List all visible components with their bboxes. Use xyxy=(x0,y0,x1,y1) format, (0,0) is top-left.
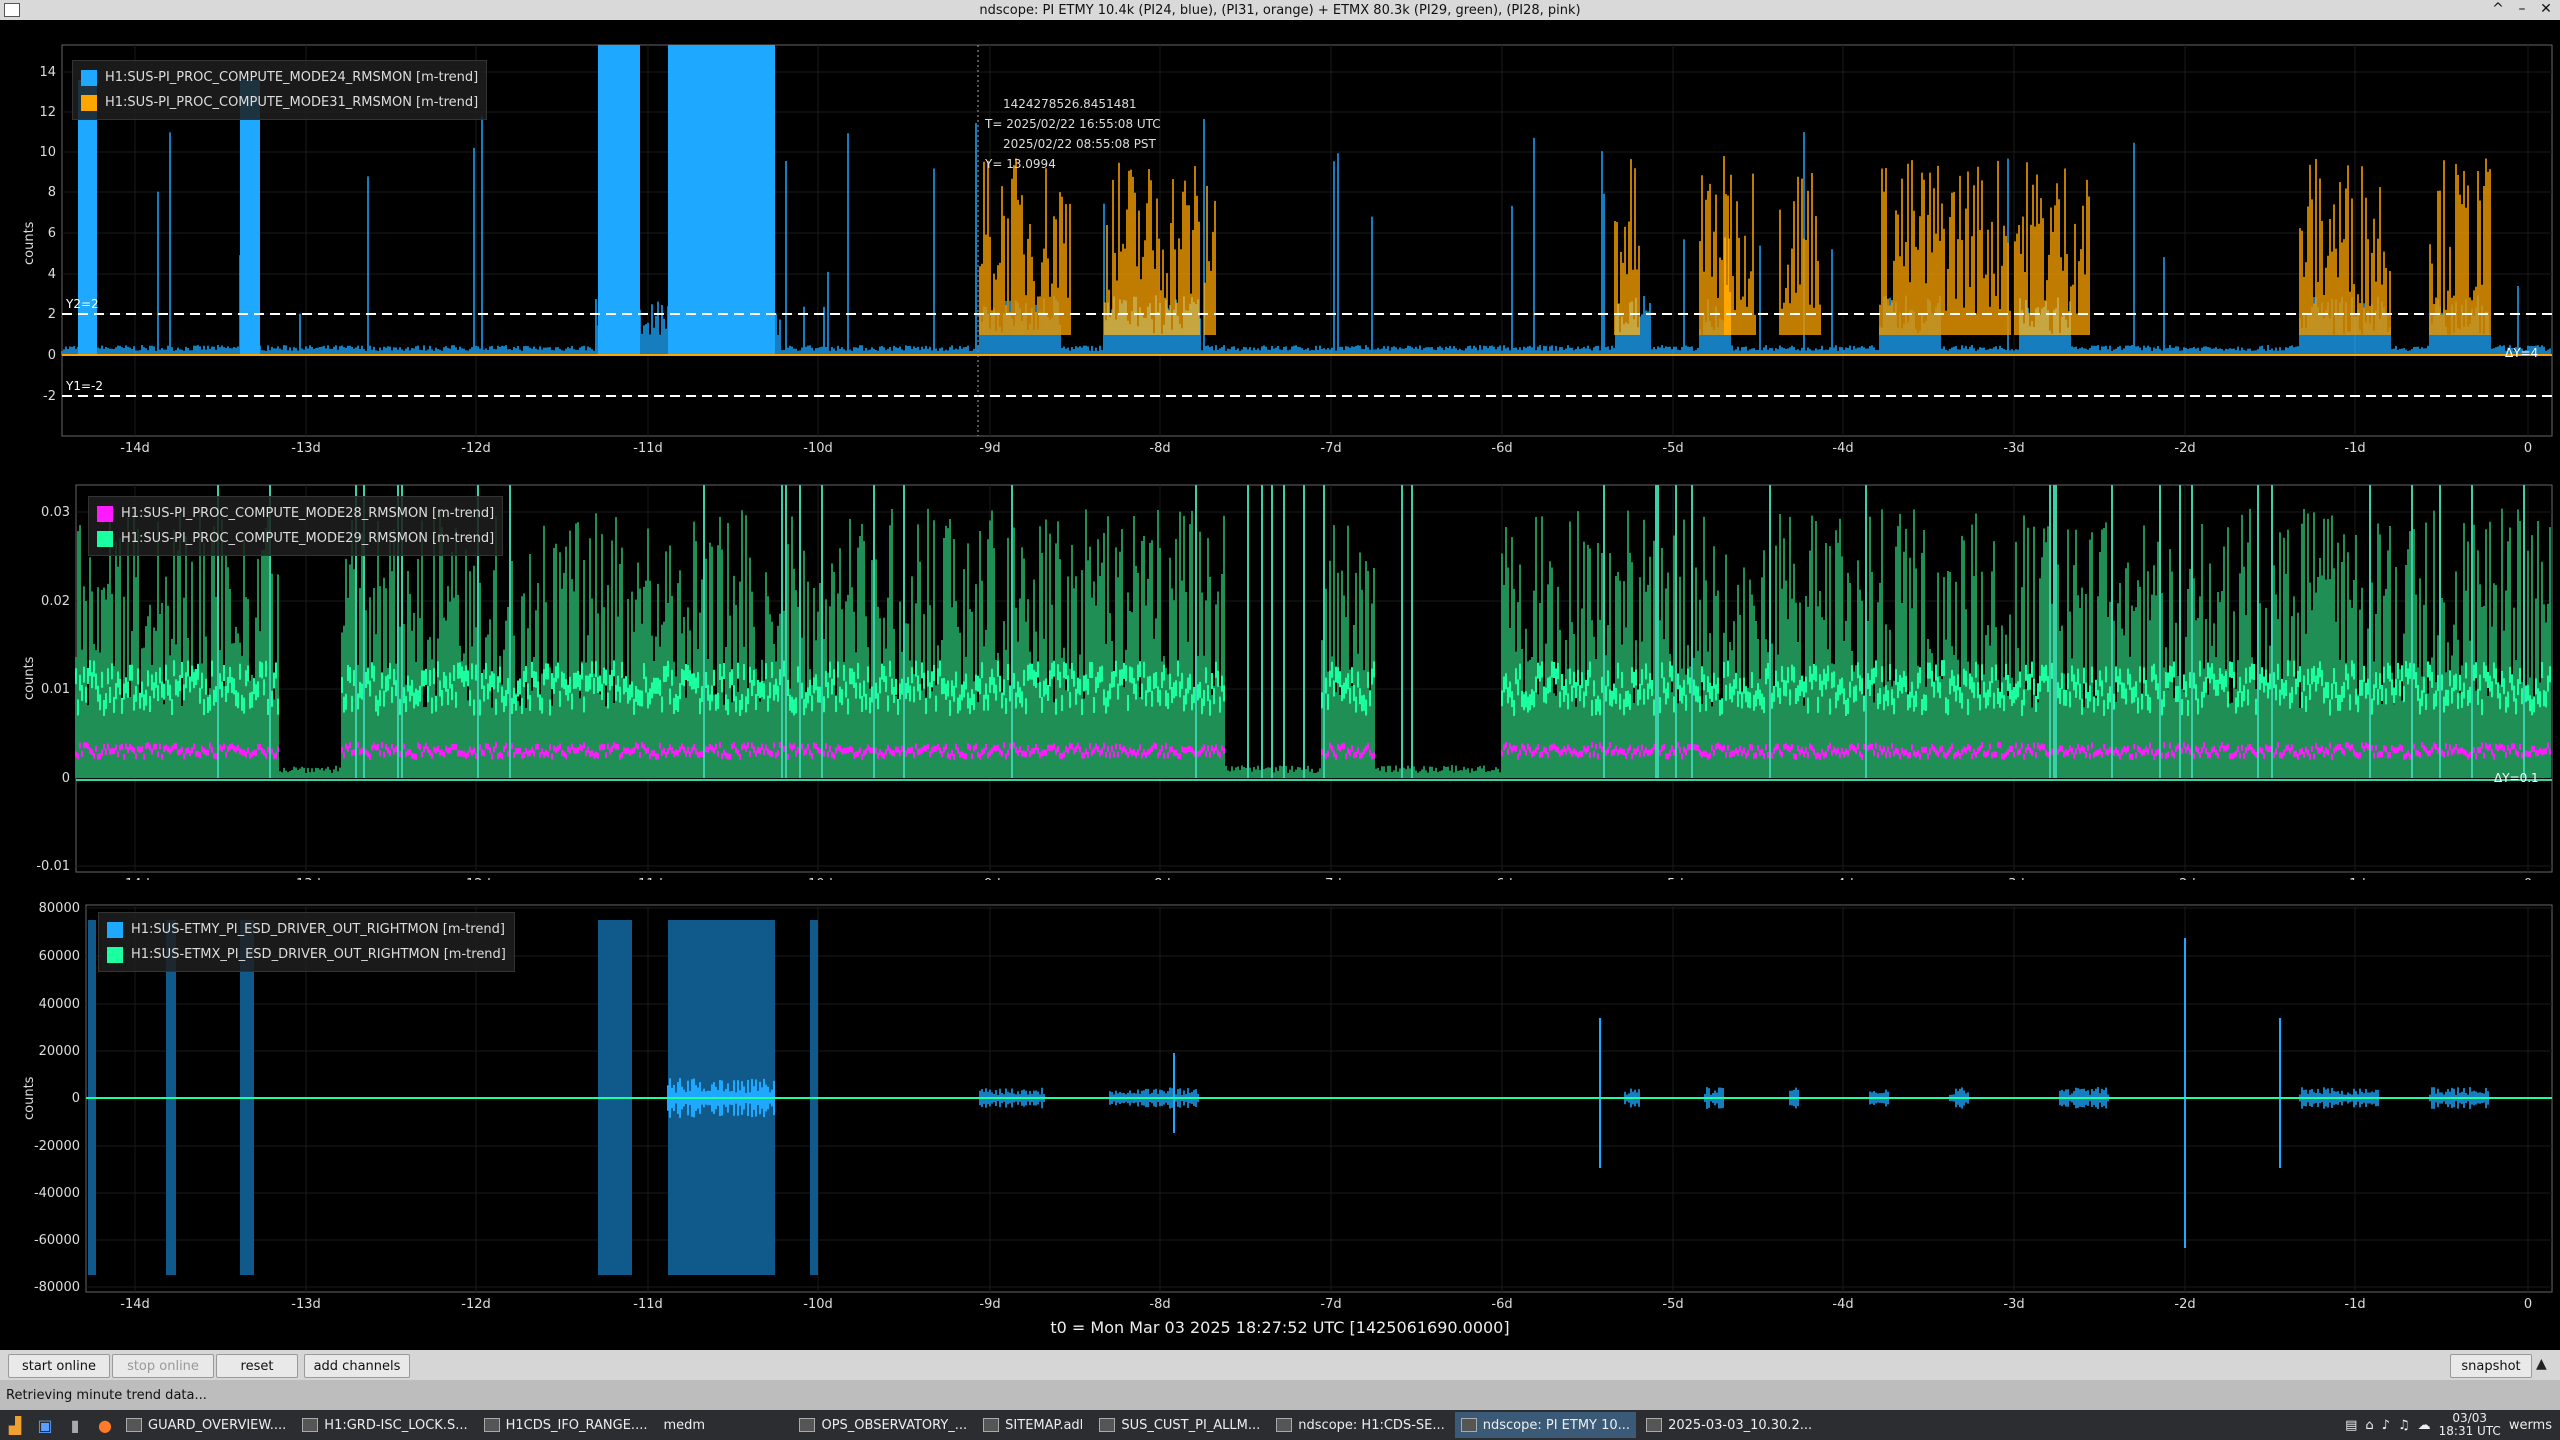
y-tick-label: 0 xyxy=(62,771,70,786)
cursor-utc: T= 2025/02/22 16:55:08 UTC xyxy=(985,117,1161,131)
plot-1-ylabel: counts xyxy=(22,221,37,265)
shade-button[interactable]: ^ xyxy=(2490,1,2506,17)
x-tick-label: -9d xyxy=(979,441,1000,456)
close-button[interactable]: ✕ xyxy=(2538,1,2554,17)
x-tick-label: -10d xyxy=(803,441,833,456)
legend-item: H1:SUS-PI_PROC_COMPUTE_MODE24_RMSMON [m-… xyxy=(81,65,478,90)
y-tick-label: 6 xyxy=(48,226,56,241)
window-title: ndscope: PI ETMY 10.4k (PI24, blue), (PI… xyxy=(979,2,1581,18)
y2-cursor-label: Y2=2 xyxy=(65,297,99,311)
y-tick-label: 10 xyxy=(39,145,56,160)
minimize-button[interactable]: – xyxy=(2514,1,2530,17)
y-tick-label: 0.02 xyxy=(41,594,70,609)
y-tick-label: 4 xyxy=(48,267,56,282)
x-tick-label: -5d xyxy=(1662,441,1683,456)
y1-cursor-label: Y1=-2 xyxy=(65,379,103,393)
x-tick-label: -4d xyxy=(1832,441,1853,456)
dy-cursor-label: ΔY=4 xyxy=(2505,346,2538,360)
y-tick-label: 0 xyxy=(48,348,56,363)
x-tick-label: -11d xyxy=(633,441,663,456)
cursor-gps: 1424278526.8451481 xyxy=(1003,97,1137,111)
app-icon xyxy=(4,3,20,17)
cursor-readout: 1424278526.8451481 T= 2025/02/22 16:55:0… xyxy=(985,94,1161,174)
cursor-pst: 2025/02/22 08:55:08 PST xyxy=(1003,137,1156,151)
plot-1[interactable]: 14 12 10 8 6 4 2 0 -2 -14d -13d -12d -11d -10d -9d -8d -… xyxy=(0,20,2560,460)
y-tick-label: 0.03 xyxy=(41,505,70,520)
y-tick-label: -0.01 xyxy=(36,859,70,874)
y-tick-label: 0.01 xyxy=(41,682,70,697)
x-tick-label: -6d xyxy=(1491,441,1512,456)
x-tick-label: -12d xyxy=(461,441,491,456)
x-tick-label: -8d xyxy=(1149,441,1170,456)
legend-label: H1:SUS-PI_PROC_COMPUTE_MODE31_RMSMON [m-… xyxy=(105,95,479,110)
y-tick-label: 12 xyxy=(39,105,56,120)
legend-swatch-blue xyxy=(81,69,97,86)
y-tick-label: 14 xyxy=(39,65,56,80)
plot-2[interactable]: 0.030.020.010-0.01-14d-13d-12d-11d-10d-9… xyxy=(0,460,2560,880)
x-tick-label: -14d xyxy=(120,441,150,456)
x-tick-label: -7d xyxy=(1320,441,1341,456)
y-tick-label: 8 xyxy=(48,185,56,200)
window-titlebar: ndscope: PI ETMY 10.4k (PI24, blue), (PI… xyxy=(0,0,2560,20)
x-tick-label: -3d xyxy=(2003,441,2024,456)
legend-swatch-orange xyxy=(81,94,97,111)
x-tick-label: -2d xyxy=(2174,441,2195,456)
x-tick-label: -13d xyxy=(291,441,321,456)
cursor-y: Y= 13.0994 xyxy=(985,157,1056,171)
x-tick-label: -1d xyxy=(2344,441,2365,456)
ndscope-window: 14 12 10 8 6 4 2 0 -2 -14d -13d -12d -11d -10d -9d -8d -… xyxy=(0,20,2560,1350)
y-tick-label: 2 xyxy=(48,307,56,322)
legend-label: H1:SUS-PI_PROC_COMPUTE_MODE24_RMSMON [m-… xyxy=(105,70,479,85)
y-tick-label: -2 xyxy=(43,389,56,404)
legend-item: H1:SUS-PI_PROC_COMPUTE_MODE31_RMSMON [m-… xyxy=(81,90,478,115)
x-tick-label: 0 xyxy=(2524,441,2532,456)
plot-1-legend: H1:SUS-PI_PROC_COMPUTE_MODE24_RMSMON [m-… xyxy=(72,60,488,120)
trace-segment xyxy=(598,45,640,355)
